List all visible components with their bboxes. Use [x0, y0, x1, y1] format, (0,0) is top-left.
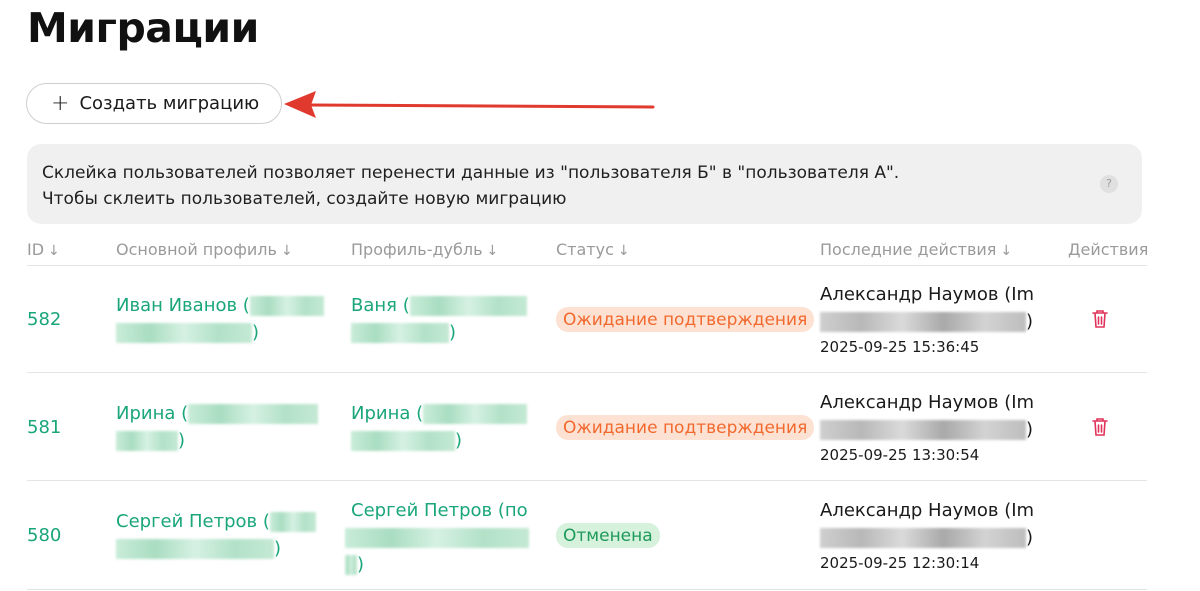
actor-name: Александр Наумов (Im — [820, 284, 1035, 305]
row-divider — [27, 372, 1147, 373]
row-divider — [27, 480, 1147, 481]
action-timestamp: 2025-09-25 13:30:54 — [820, 446, 980, 464]
create-migration-button[interactable]: + Создать миграцию — [26, 83, 282, 124]
redacted-email — [116, 431, 178, 451]
main-profile-link[interactable]: Ирина ( ) — [116, 400, 319, 454]
status-badge: Отменена — [556, 523, 660, 548]
main-profile-name: Ирина ( — [116, 403, 189, 424]
sort-arrow-icon: ↓ — [1000, 243, 1013, 259]
column-header-id-label: ID — [27, 240, 45, 259]
duplicate-profile-close: ) — [455, 430, 463, 451]
actor-close: ) — [1026, 311, 1034, 332]
trash-icon[interactable] — [1091, 417, 1109, 437]
main-profile-close: ) — [178, 430, 186, 451]
redacted-email — [345, 528, 529, 548]
page-title: Миграции — [27, 4, 259, 52]
redacted-email — [423, 404, 528, 424]
column-header-last-actions[interactable]: Последние действия ↓ — [820, 240, 1012, 259]
plus-icon: + — [51, 90, 70, 116]
redacted-email — [351, 431, 455, 451]
status-badge: Ожидание подтверждения — [556, 415, 815, 440]
duplicate-profile-name: Ваня ( — [351, 295, 410, 316]
migration-id-link[interactable]: 581 — [27, 417, 61, 438]
main-profile-close: ) — [252, 322, 260, 343]
column-header-id[interactable]: ID ↓ — [27, 240, 60, 259]
redacted-email — [249, 296, 324, 316]
column-header-last-label: Последние действия — [820, 240, 997, 259]
last-action: Александр Наумов (Im ) 2025-09-25 15:36:… — [820, 281, 1034, 356]
info-text-line2: Чтобы склеить пользователей, создайте но… — [42, 189, 567, 209]
info-banner: Склейка пользователей позволяет перенест… — [27, 144, 1142, 224]
redacted-email — [820, 312, 1026, 332]
last-action: Александр Наумов (Im ) 2025-09-25 12:30:… — [820, 497, 1034, 572]
redacted-email — [116, 323, 252, 343]
redacted-email — [345, 555, 357, 575]
redacted-email — [269, 512, 316, 532]
column-header-duplicate-profile[interactable]: Профиль-дубль ↓ — [351, 240, 498, 259]
create-migration-label: Создать миграцию — [79, 93, 260, 114]
sort-arrow-icon: ↓ — [617, 243, 630, 259]
redacted-email — [409, 296, 527, 316]
duplicate-profile-name: Ирина ( — [351, 403, 424, 424]
status-badge: Ожидание подтверждения — [556, 307, 815, 332]
duplicate-profile-close: ) — [449, 322, 457, 343]
main-profile-link[interactable]: Сергей Петров ( ) — [116, 508, 316, 562]
duplicate-profile-link[interactable]: Ирина ( ) — [351, 400, 528, 454]
sort-arrow-icon: ↓ — [486, 243, 499, 259]
migration-id-link[interactable]: 582 — [27, 309, 61, 330]
action-timestamp: 2025-09-25 12:30:14 — [820, 554, 980, 572]
last-action: Александр Наумов (Im ) 2025-09-25 13:30:… — [820, 389, 1034, 464]
duplicate-profile-name: Сергей Петров (по — [351, 500, 528, 521]
annotation-arrow-icon — [284, 91, 655, 118]
column-header-dup-label: Профиль-дубль — [351, 240, 483, 259]
duplicate-profile-close: ) — [357, 554, 365, 575]
sort-arrow-icon: ↓ — [280, 243, 293, 259]
main-profile-link[interactable]: Иван Иванов ( ) — [116, 292, 324, 346]
trash-icon[interactable] — [1091, 309, 1109, 329]
main-profile-name: Иван Иванов ( — [116, 295, 250, 316]
main-profile-name: Сергей Петров ( — [116, 511, 270, 532]
sort-arrow-icon: ↓ — [48, 243, 60, 259]
action-timestamp: 2025-09-25 15:36:45 — [820, 338, 980, 356]
column-header-main-profile[interactable]: Основной профиль ↓ — [116, 240, 293, 259]
actor-name: Александр Наумов (Im — [820, 392, 1035, 413]
actor-name: Александр Наумов (Im — [820, 500, 1035, 521]
duplicate-profile-link[interactable]: Ваня ( ) — [351, 292, 527, 346]
help-icon[interactable]: ? — [1100, 175, 1118, 193]
migration-id-link[interactable]: 580 — [27, 525, 61, 546]
column-header-actions: Действия — [1068, 240, 1149, 259]
info-text-line1: Склейка пользователей позволяет перенест… — [42, 163, 900, 183]
actor-close: ) — [1026, 419, 1034, 440]
column-header-main-label: Основной профиль — [116, 240, 277, 259]
column-header-status-label: Статус — [556, 240, 614, 259]
row-divider — [27, 265, 1147, 266]
duplicate-profile-link[interactable]: Сергей Петров (по ) — [345, 497, 529, 578]
column-header-status[interactable]: Статус ↓ — [556, 240, 630, 259]
main-profile-close: ) — [274, 538, 282, 559]
actor-close: ) — [1026, 527, 1034, 548]
redacted-email — [351, 323, 449, 343]
redacted-email — [820, 420, 1026, 440]
redacted-email — [188, 404, 319, 424]
row-divider — [27, 589, 1147, 590]
redacted-email — [116, 539, 274, 559]
redacted-email — [820, 528, 1026, 548]
